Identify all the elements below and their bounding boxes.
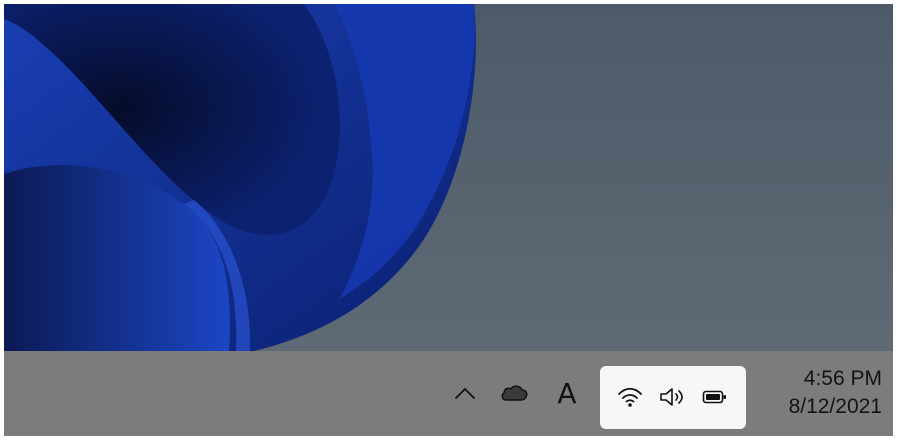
onedrive-cloud-icon[interactable] xyxy=(498,379,530,407)
wallpaper-bloom xyxy=(4,4,476,351)
status-group-button[interactable] xyxy=(600,366,746,429)
ime-indicator[interactable]: A xyxy=(552,373,582,413)
battery-icon xyxy=(700,383,730,411)
taskbar: A 4:56 PM 8/12/2021 xyxy=(4,351,893,436)
chevron-up-icon[interactable] xyxy=(451,379,479,407)
screen: A 4:56 PM 8/12/2021 xyxy=(4,4,893,436)
speaker-icon xyxy=(656,383,690,411)
clock[interactable]: 4:56 PM 8/12/2021 xyxy=(756,365,882,427)
clock-time: 4:56 PM xyxy=(803,367,882,390)
desktop xyxy=(4,4,893,351)
clock-date: 8/12/2021 xyxy=(788,395,882,418)
wifi-icon xyxy=(614,383,646,411)
